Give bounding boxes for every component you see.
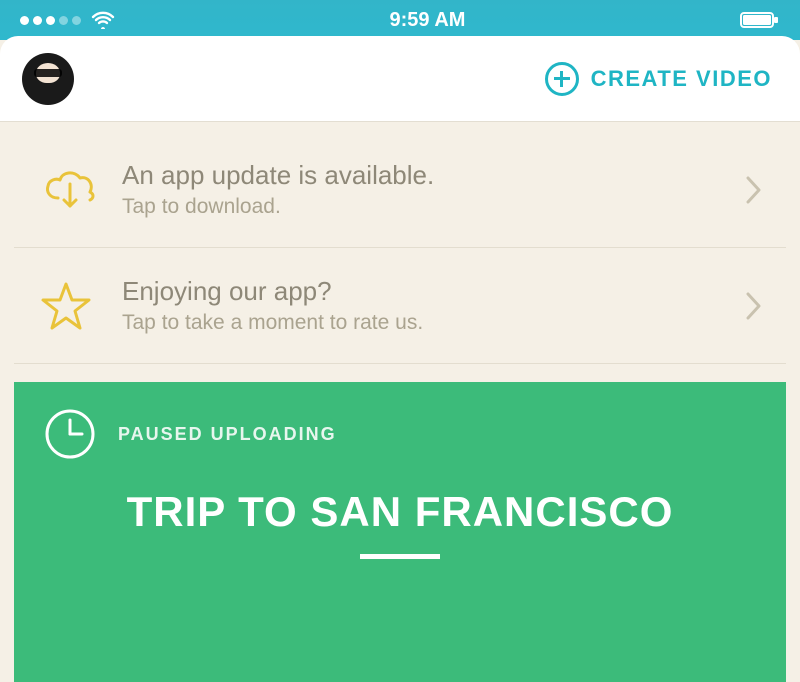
notice-text: Enjoying our app? Tap to take a moment t… [110, 276, 744, 335]
upload-card-header: PAUSED UPLOADING [44, 408, 756, 460]
star-icon [40, 281, 110, 331]
status-time: 9:59 AM [390, 9, 466, 32]
create-video-button[interactable]: CREATE VIDEO [545, 62, 772, 96]
notice-subtitle: Tap to download. [122, 195, 744, 219]
upload-card[interactable]: PAUSED UPLOADING TRIP TO SAN FRANCISCO [14, 382, 786, 682]
status-left [20, 11, 115, 29]
upload-title: TRIP TO SAN FRANCISCO [44, 488, 756, 536]
avatar[interactable] [22, 53, 74, 105]
wifi-icon [91, 11, 115, 29]
rate-app-row[interactable]: Enjoying our app? Tap to take a moment t… [14, 248, 786, 364]
clock-icon [44, 408, 96, 460]
signal-dots-icon [20, 16, 81, 25]
notice-text: An app update is available. Tap to downl… [110, 160, 744, 219]
app-header: CREATE VIDEO [0, 36, 800, 122]
status-bar: 9:59 AM [0, 0, 800, 40]
notice-title: An app update is available. [122, 160, 744, 191]
battery-icon [740, 11, 780, 29]
chevron-right-icon [744, 289, 764, 323]
chevron-right-icon [744, 173, 764, 207]
cloud-download-icon [40, 168, 110, 212]
create-video-label: CREATE VIDEO [591, 66, 772, 92]
plus-circle-icon [545, 62, 579, 96]
notice-title: Enjoying our app? [122, 276, 744, 307]
upload-status-label: PAUSED UPLOADING [118, 424, 337, 445]
notice-subtitle: Tap to take a moment to rate us. [122, 311, 744, 335]
status-right [740, 11, 780, 29]
title-underline [360, 554, 440, 559]
update-available-row[interactable]: An app update is available. Tap to downl… [14, 132, 786, 248]
